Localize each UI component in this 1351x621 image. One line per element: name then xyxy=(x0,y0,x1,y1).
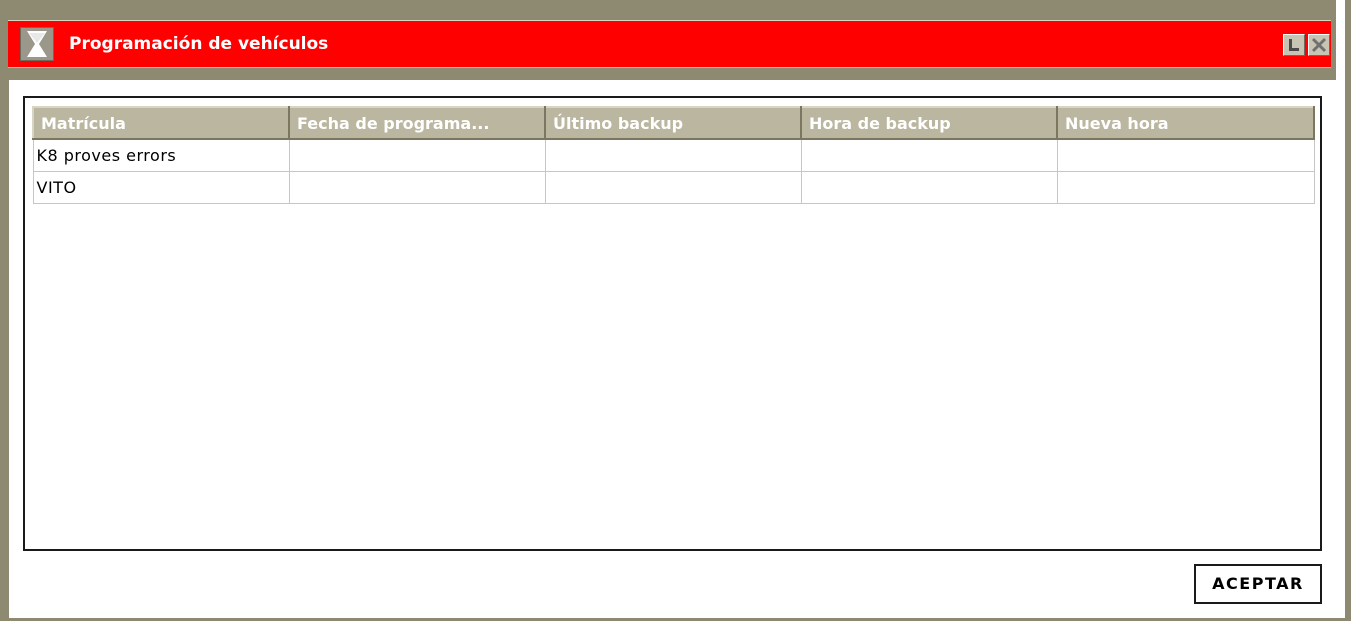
column-header-fecha-programacion[interactable]: Fecha de programa... xyxy=(288,106,546,140)
hourglass-icon xyxy=(20,27,54,61)
column-header-hora-backup[interactable]: Hora de backup xyxy=(800,106,1058,140)
table-cell[interactable] xyxy=(1056,138,1315,172)
table-cell[interactable] xyxy=(800,138,1058,172)
table-cell[interactable] xyxy=(288,138,546,172)
column-header-nueva-hora[interactable]: Nueva hora xyxy=(1056,106,1315,140)
vehicle-table: Matrícula Fecha de programa... Último ba… xyxy=(32,106,1315,204)
table-cell[interactable] xyxy=(544,138,802,172)
titlebar[interactable]: Programación de vehículos xyxy=(8,20,1331,68)
column-header-ultimo-backup[interactable]: Último backup xyxy=(544,106,802,140)
accept-button[interactable]: ACEPTAR xyxy=(1194,564,1322,604)
table-cell[interactable] xyxy=(288,170,546,204)
table-cell[interactable]: VITO xyxy=(32,170,290,204)
table-cell[interactable] xyxy=(800,170,1058,204)
titlebar-frame: Programación de vehículos xyxy=(0,0,1336,80)
vehicle-grid-panel: Matrícula Fecha de programa... Último ba… xyxy=(23,96,1322,551)
minimize-icon[interactable] xyxy=(1283,34,1305,56)
table-header-row: Matrícula Fecha de programa... Último ba… xyxy=(32,106,1315,140)
column-header-matricula[interactable]: Matrícula xyxy=(32,106,290,140)
table-cell[interactable] xyxy=(544,170,802,204)
table-row[interactable]: VITO xyxy=(32,170,1315,204)
close-icon[interactable] xyxy=(1308,34,1330,56)
window-title: Programación de vehículos xyxy=(69,34,329,54)
table-cell[interactable] xyxy=(1056,170,1315,204)
table-cell[interactable]: K8 proves errors xyxy=(32,138,290,172)
table-row[interactable]: K8 proves errors xyxy=(32,138,1315,172)
